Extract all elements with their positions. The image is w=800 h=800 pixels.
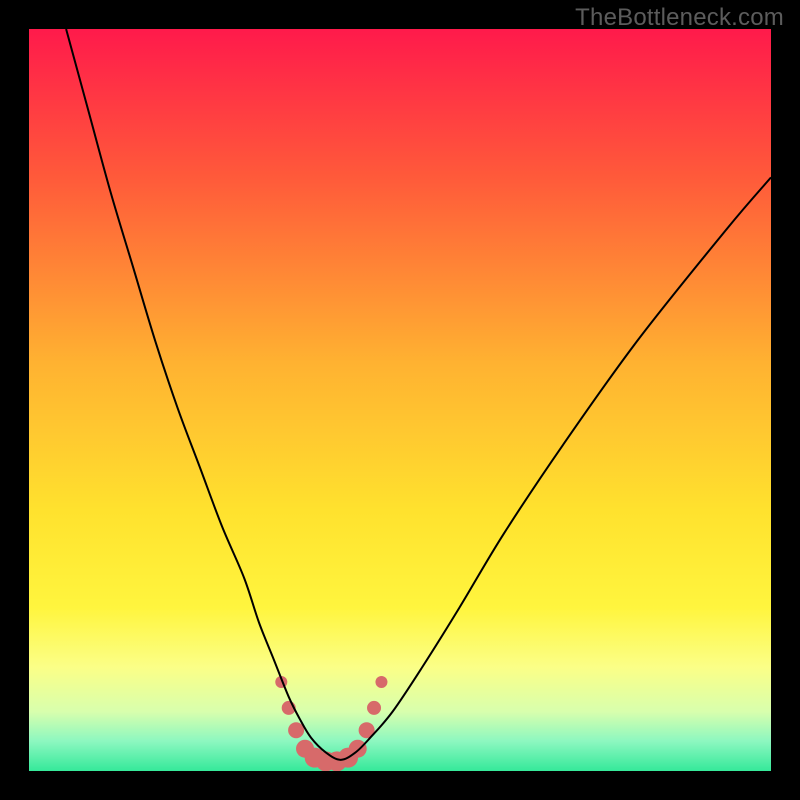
chart-svg [29,29,771,771]
marker-dot [367,701,381,715]
chart-frame: TheBottleneck.com [0,0,800,800]
plot-area [29,29,771,771]
gradient-background [29,29,771,771]
marker-dot [375,676,387,688]
watermark-text: TheBottleneck.com [575,4,784,32]
